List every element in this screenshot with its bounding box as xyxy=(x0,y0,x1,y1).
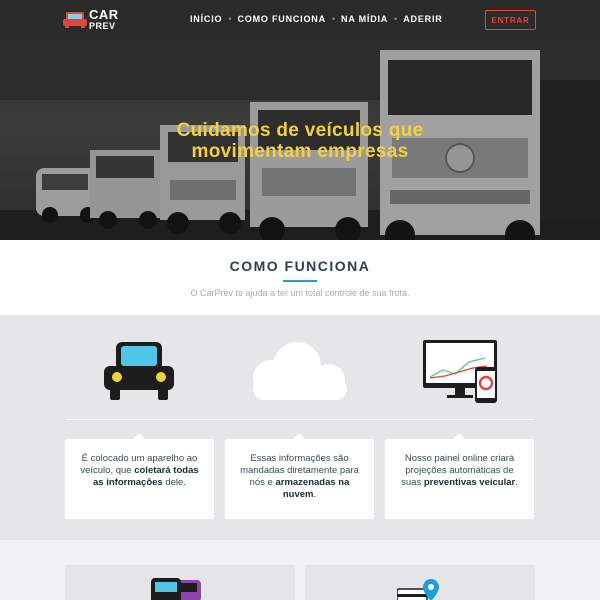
login-button[interactable]: ENTRAR xyxy=(485,10,536,30)
cars-icon xyxy=(151,578,201,600)
dashboard-monitor-icon xyxy=(423,340,497,403)
card-text-end: dele. xyxy=(162,477,186,488)
feature-card-dashboard: Nosso painel online criará projeções aut… xyxy=(385,433,534,519)
card-text-end: . xyxy=(515,477,518,488)
top-header: CAR PREV INÍCIO • COMO FUNCIONA • NA MÍD… xyxy=(0,0,600,40)
location-card-icon xyxy=(397,579,439,600)
nav-aderir[interactable]: ADERIR xyxy=(403,14,442,24)
main-nav: INÍCIO • COMO FUNCIONA • NA MÍDIA • ADER… xyxy=(190,14,443,24)
section-title: COMO FUNCIONA xyxy=(229,258,371,274)
hero-title: Cuidamos de veículos que movimentam empr… xyxy=(100,120,500,162)
bottom-section xyxy=(0,540,600,600)
hero-title-line2: movimentam empresas xyxy=(191,141,409,162)
nav-separator: • xyxy=(331,14,336,24)
carprev-logo[interactable]: CAR PREV xyxy=(63,7,133,33)
nav-como-funciona[interactable]: COMO FUNCIONA xyxy=(237,14,325,24)
nav-inicio[interactable]: INÍCIO xyxy=(190,14,222,24)
nav-separator: • xyxy=(394,14,398,24)
cloud-icon xyxy=(253,342,347,400)
features-section: É colocado um aparelho ao veículo, que c… xyxy=(0,315,600,540)
nav-na-midia[interactable]: NA MÍDIA xyxy=(341,14,388,24)
card-highlight: preventivas veícular xyxy=(423,477,516,488)
logo-line1: CAR xyxy=(89,7,119,22)
logo-line2: PREV xyxy=(89,21,116,31)
bottom-card-right xyxy=(305,565,535,600)
hero-banner: Cuidamos de veículos que movimentam empr… xyxy=(0,40,600,240)
logo-wordmark: CAR PREV xyxy=(89,7,119,32)
section-underline xyxy=(283,280,317,282)
card-text-end: . xyxy=(313,489,317,500)
section-subtitle: O CarPrev te ajuda a ter um total contro… xyxy=(190,288,410,298)
hero-title-line1: Cuidamos de veículos que xyxy=(176,120,424,141)
feature-card-cloud: Essas informações são mandadas diretamen… xyxy=(225,433,374,519)
bottom-card-left xyxy=(65,565,295,600)
nav-separator: • xyxy=(228,14,232,24)
car-icon xyxy=(104,342,174,400)
features-connector-line xyxy=(66,419,534,420)
car-icon xyxy=(63,12,87,28)
feature-card-device: É colocado um aparelho ao veículo, que c… xyxy=(65,433,214,519)
